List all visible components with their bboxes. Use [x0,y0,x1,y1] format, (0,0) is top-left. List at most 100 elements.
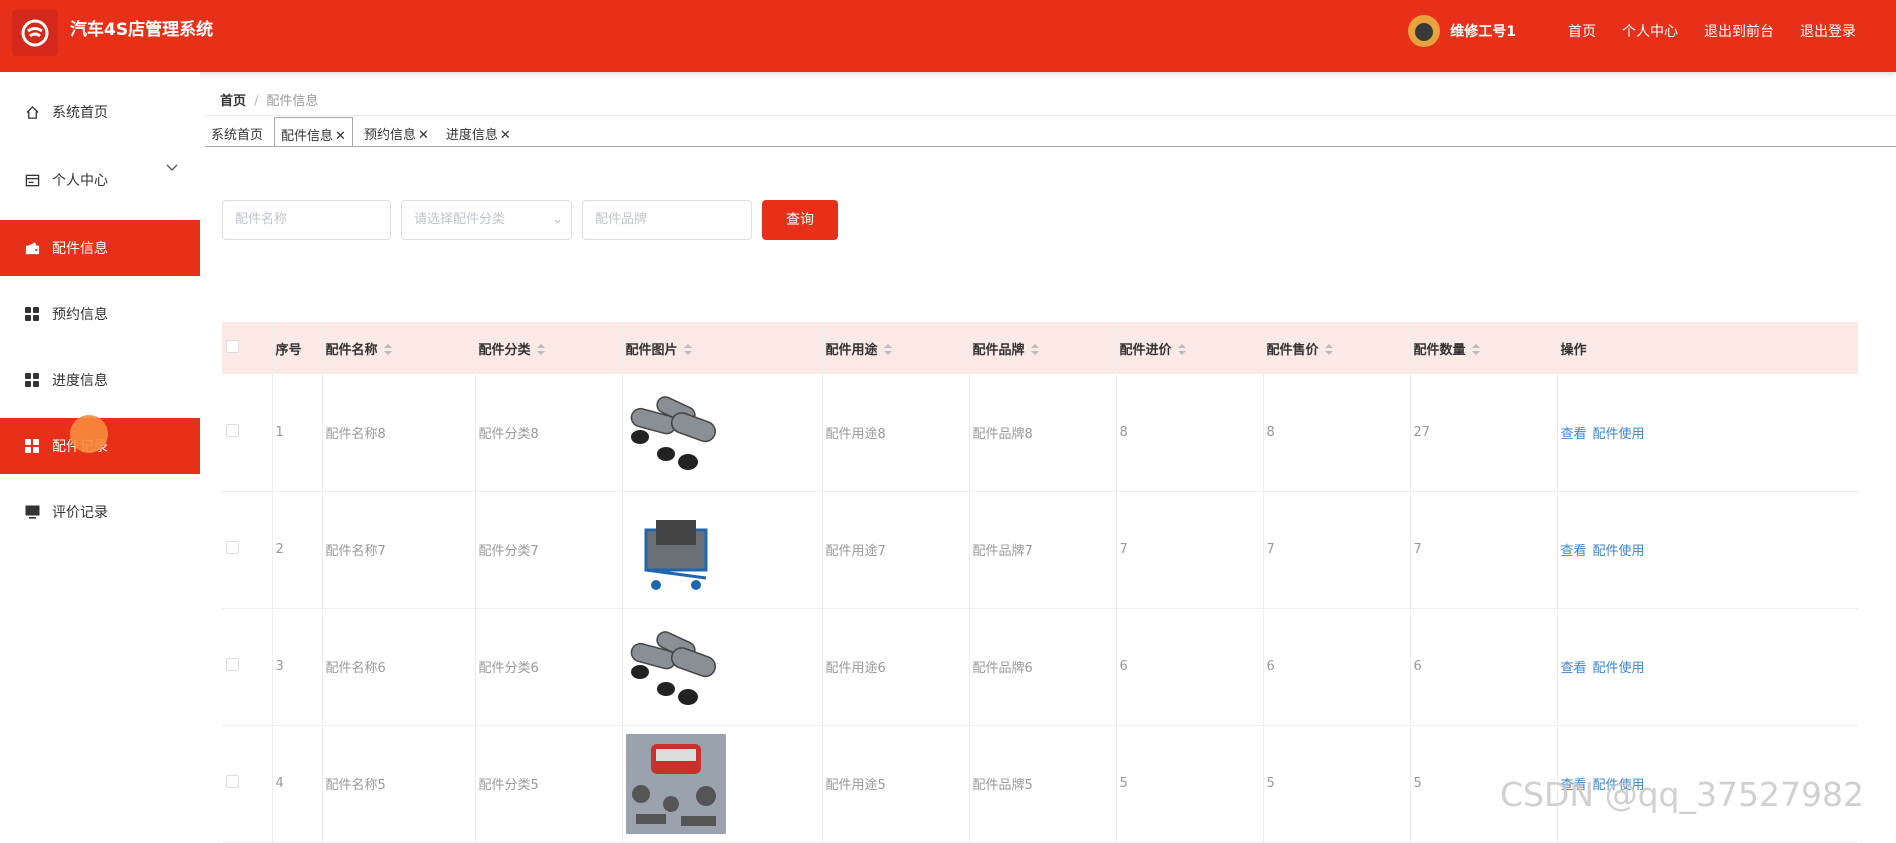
cell-name: 配件名称7 [322,491,476,609]
sidebar-item-parts[interactable]: 配件信息 [0,220,200,276]
cell-brand: 配件品牌7 [969,491,1117,609]
sidebar-item-profile[interactable]: 个人中心 [0,140,200,220]
cell-name: 配件名称8 [322,374,476,492]
grid-icon [24,372,40,388]
table-row: 2 配件名称7 配件分类7 配件用途7 配件品牌7 7 7 7 查看 配件使用 [222,491,1858,609]
user-card-icon [24,172,40,188]
watermark: CSDN @qq_37527982 [1500,775,1864,814]
grid-icon [24,438,40,454]
cell-price: 5 [1263,725,1411,843]
cell-image [622,608,823,726]
exhaust-pipes-image [625,382,726,483]
tab-appointments[interactable]: 预约信息 ✕ [358,117,435,147]
cell-brand: 配件品牌8 [969,374,1117,492]
sidebar-item-progress[interactable]: 进度信息 [0,352,200,408]
row-checkbox[interactable] [226,541,239,554]
username: 维修工号1 [1450,24,1516,40]
tab-parts-info[interactable]: 配件信息 ✕ [274,117,353,147]
brand-input[interactable]: 配件品牌 [582,200,752,240]
top-nav: 维修工号1 首页 个人中心 退出到前台 退出登录 [1408,14,1856,48]
table-header-row: 序号 配件名称 配件分类 配件图片 配件用途 配件品牌 配件进价 配件售价 配件… [222,322,1858,374]
cell-use: 配件用途6 [822,608,970,726]
nav-frontend-link[interactable]: 退出到前台 [1704,21,1774,41]
close-icon[interactable]: ✕ [335,129,346,144]
cell-category: 配件分类5 [475,725,623,843]
nav-profile-link[interactable]: 个人中心 [1622,21,1678,41]
use-part-link[interactable]: 配件使用 [1593,661,1645,676]
col-header-category[interactable]: 配件分类 [475,322,623,374]
nav-logout-link[interactable]: 退出登录 [1800,21,1856,41]
use-part-link[interactable]: 配件使用 [1593,427,1645,442]
col-header-cost[interactable]: 配件进价 [1116,322,1264,374]
cell-index: 4 [272,725,323,843]
use-part-link[interactable]: 配件使用 [1593,544,1645,559]
car-parts-image [625,733,726,834]
cell-name: 配件名称5 [322,725,476,843]
col-header-brand[interactable]: 配件品牌 [969,322,1117,374]
cell-qty: 7 [1410,491,1558,609]
cell-price: 6 [1263,608,1411,726]
row-checkbox[interactable] [226,775,239,788]
cell-name: 配件名称6 [322,608,476,726]
cell-index: 1 [272,374,323,492]
select-all-checkbox[interactable] [226,339,239,353]
search-button[interactable]: 查询 [762,200,838,240]
sidebar-item-appointments[interactable]: 预约信息 [0,286,200,342]
row-checkbox[interactable] [226,658,239,671]
parts-name-input[interactable]: 配件名称 [222,200,391,240]
home-icon [24,104,40,120]
cursor-highlight [70,415,108,453]
sidebar-item-reviews[interactable]: 评价记录 [0,484,200,540]
col-header-qty[interactable]: 配件数量 [1410,322,1558,374]
tab-progress[interactable]: 进度信息 ✕ [440,117,517,147]
wallet-icon [24,240,40,256]
sort-icon[interactable] [536,344,545,356]
tabs-bottom-divider [205,146,1896,147]
col-header-image[interactable]: 配件图片 [622,322,823,374]
sort-icon[interactable] [1030,344,1039,356]
breadcrumb: 首页 / 配件信息 [220,90,318,109]
view-link[interactable]: 查看 [1561,427,1587,442]
sort-icon[interactable] [1177,344,1186,356]
cell-use: 配件用途5 [822,725,970,843]
col-header-price[interactable]: 配件售价 [1263,322,1411,374]
logo-icon [21,19,49,47]
sort-icon[interactable] [383,344,392,356]
cell-brand: 配件品牌5 [969,725,1117,843]
category-select[interactable]: 请选择配件分类 ⌄ [401,200,572,240]
close-icon[interactable]: ✕ [500,128,511,143]
cell-use: 配件用途8 [822,374,970,492]
cell-use: 配件用途7 [822,491,970,609]
sidebar-item-label: 评价记录 [52,505,108,521]
tab-label: 进度信息 [445,128,498,143]
sidebar-item-label: 预约信息 [52,307,108,323]
cell-cost: 7 [1116,491,1264,609]
avatar[interactable] [1408,15,1441,47]
nav-home-link[interactable]: 首页 [1568,21,1596,41]
cell-image [622,725,823,843]
chevron-down-icon: ⌄ [552,212,563,227]
monitor-icon [24,504,40,520]
col-header-name[interactable]: 配件名称 [322,322,476,374]
col-header-use[interactable]: 配件用途 [822,322,970,374]
app-title: 汽车4S店管理系统 [70,20,214,40]
tab-system-home[interactable]: 系统首页 [205,117,269,147]
sort-icon[interactable] [683,344,692,356]
sidebar-item-label: 进度信息 [52,373,108,389]
breadcrumb-home[interactable]: 首页 [220,94,246,109]
breadcrumb-current: 配件信息 [266,94,319,109]
sidebar-item-home[interactable]: 系统首页 [0,84,200,140]
select-all-cell [222,322,273,374]
breadcrumb-separator: / [254,94,259,109]
view-link[interactable]: 查看 [1561,661,1587,676]
cell-qty: 6 [1410,608,1558,726]
category-select-placeholder: 请选择配件分类 [414,212,506,227]
grid-icon [24,306,40,322]
sort-icon[interactable] [883,344,892,356]
close-icon[interactable]: ✕ [418,128,429,143]
row-select-cell [222,374,273,492]
sort-icon[interactable] [1324,344,1333,356]
sort-icon[interactable] [1471,344,1480,356]
view-link[interactable]: 查看 [1561,544,1587,559]
row-checkbox[interactable] [226,423,239,437]
